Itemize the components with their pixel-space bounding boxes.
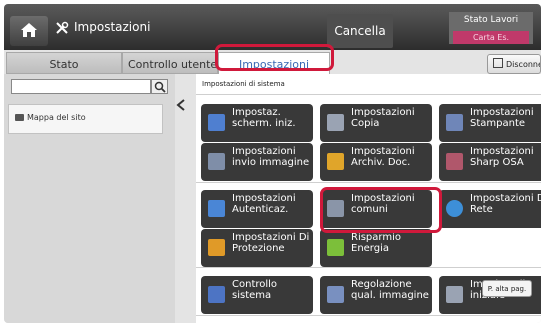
paper-empty-badge: Carta Es. <box>453 31 529 44</box>
tile-risparmio-energia[interactable]: Risparmio Energia <box>320 229 432 267</box>
tab-stato[interactable]: Stato <box>6 52 122 74</box>
divider <box>196 182 541 183</box>
divider <box>196 267 541 268</box>
divider <box>196 315 541 316</box>
tile-label: Autenticaz. <box>232 204 289 215</box>
job-status-label: Stato Lavori <box>463 15 519 25</box>
tile-impostaz-scherm-iniz[interactable]: Impostaz. scherm. iniz. <box>201 104 313 142</box>
app-title: Impostazioni <box>74 20 151 34</box>
tile-label: Sharp OSA <box>470 157 524 168</box>
image-quality-icon <box>327 286 344 303</box>
install-icon <box>446 286 463 303</box>
tab-controllo-utente[interactable]: Controllo utente <box>122 52 218 74</box>
collapse-panel-icon[interactable] <box>175 98 187 112</box>
search-input[interactable] <box>11 79 151 94</box>
tile-impostazioni-stampante[interactable]: Impostazioni Stampante <box>439 104 541 142</box>
search-button[interactable] <box>151 79 168 94</box>
tile-label: qual. immagine <box>351 290 429 301</box>
tile-label: Impostazioni <box>351 107 415 118</box>
folder-icon <box>327 153 344 170</box>
left-panel: Mappa del sito <box>4 74 175 323</box>
divider <box>196 94 541 95</box>
globe-icon <box>446 200 463 217</box>
send-image-icon <box>208 153 225 170</box>
logout-label: Disconnetti <box>506 60 540 69</box>
logout-button[interactable]: Disconnetti <box>487 54 541 74</box>
logout-icon <box>493 58 503 68</box>
home-icon <box>21 23 37 37</box>
job-status-button[interactable]: Stato Lavori Carta Es. <box>449 12 533 44</box>
screen-frame: Impostazioni Cancella Stato Lavori Carta… <box>4 4 541 323</box>
tile-regolazione-qual-immagine[interactable]: Regolazione qual. immagine <box>320 276 432 314</box>
leaf-icon <box>327 239 344 256</box>
tile-label: sistema <box>232 290 272 301</box>
tile-label: Impostazioni <box>470 107 534 118</box>
top-of-page-button[interactable]: P. alta pag. <box>482 280 532 297</box>
tile-label: Risparmio <box>351 232 401 243</box>
highlight-impostazioni-comuni <box>320 187 442 233</box>
lock-icon <box>208 239 225 256</box>
search-icon <box>154 81 166 93</box>
sitemap-label: Mappa del sito <box>27 113 86 122</box>
tile-impostazioni-sharp-osa[interactable]: Impostazioni Sharp OSA <box>439 143 541 181</box>
tile-impostazioni-invio-immagine[interactable]: Impostazioni invio immagine <box>201 143 313 181</box>
sitemap-icon <box>15 114 24 121</box>
tools-icon <box>56 21 69 34</box>
tile-label: Impostazioni <box>351 146 415 157</box>
cancel-button[interactable]: Cancella <box>327 14 393 48</box>
tile-label: Impostaz. <box>232 107 281 118</box>
tile-impostazioni-copia[interactable]: Impostazioni Copia <box>320 104 432 142</box>
tile-label: Impostazioni Di <box>470 193 541 204</box>
tile-label: Archiv. Doc. <box>351 157 411 168</box>
tile-controllo-sistema[interactable]: Controllo sistema <box>201 276 313 314</box>
tile-label: invio immagine <box>232 157 310 168</box>
tile-label: Energia <box>351 243 389 254</box>
users-icon <box>208 200 225 217</box>
osa-icon <box>446 153 463 170</box>
tile-label: Impostazioni <box>232 193 296 204</box>
home-button[interactable] <box>10 16 48 46</box>
tile-label: Regolazione <box>351 279 412 290</box>
tile-label: scherm. iniz. <box>232 118 296 129</box>
copy-icon <box>327 114 344 131</box>
tile-label: Protezione <box>232 243 285 254</box>
tile-impostazioni-di-protezione[interactable]: Impostazioni Di Protezione <box>201 229 313 267</box>
tile-label: Impostazioni Di <box>232 232 310 243</box>
tile-impostazioni-di-rete[interactable]: Impostazioni Di Rete <box>439 190 541 228</box>
home-icon <box>208 114 225 131</box>
tile-impostazioni-archiv-doc[interactable]: Impostazioni Archiv. Doc. <box>320 143 432 181</box>
tile-label: Impostazioni <box>470 146 534 157</box>
monitor-icon <box>208 286 225 303</box>
sitemap-link[interactable]: Mappa del sito <box>8 104 163 134</box>
highlight-tab-impostazioni <box>215 44 334 71</box>
tile-impostazioni-autenticaz[interactable]: Impostazioni Autenticaz. <box>201 190 313 228</box>
printer-icon <box>446 114 463 131</box>
tile-label: Impostazioni <box>232 146 296 157</box>
tile-label: Controllo <box>232 279 278 290</box>
tile-label: Stampante <box>470 118 526 129</box>
tile-label: Rete <box>470 204 493 215</box>
section-title: Impostazioni di sistema <box>202 80 285 88</box>
tile-label: Copia <box>351 118 380 129</box>
